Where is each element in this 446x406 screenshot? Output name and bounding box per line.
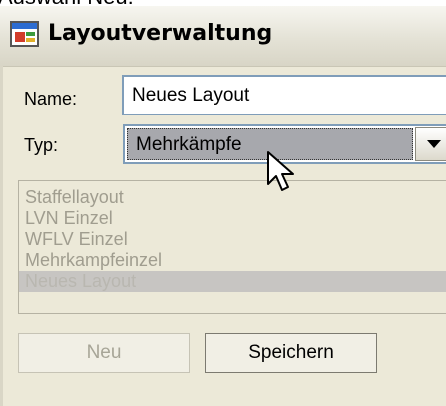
- title-bar[interactable]: Layoutverwaltung: [0, 6, 446, 67]
- app-window-icon: [10, 21, 39, 47]
- mouse-pointer-icon: [267, 151, 294, 191]
- chevron-down-icon: [427, 140, 441, 148]
- type-dropdown-button[interactable]: [415, 127, 446, 161]
- list-item[interactable]: Staffellayout: [25, 187, 446, 208]
- window-title: Layoutverwaltung: [48, 21, 273, 46]
- list-item-selected[interactable]: Neues Layout: [19, 271, 446, 292]
- new-button[interactable]: Neu: [18, 333, 190, 373]
- save-button[interactable]: Speichern: [205, 333, 377, 373]
- name-label: Name:: [24, 89, 78, 109]
- layout-listbox[interactable]: Staffellayout LVN Einzel WFLV Einzel Meh…: [18, 180, 446, 314]
- list-item[interactable]: LVN Einzel: [25, 208, 446, 229]
- list-item[interactable]: WFLV Einzel: [25, 229, 446, 250]
- list-item[interactable]: Mehrkampfeinzel: [25, 250, 446, 271]
- type-value-text: Mehrkämpfe: [136, 134, 242, 155]
- window-border: [0, 66, 3, 406]
- name-input[interactable]: Neues Layout: [122, 75, 446, 115]
- type-label: Typ:: [24, 135, 59, 155]
